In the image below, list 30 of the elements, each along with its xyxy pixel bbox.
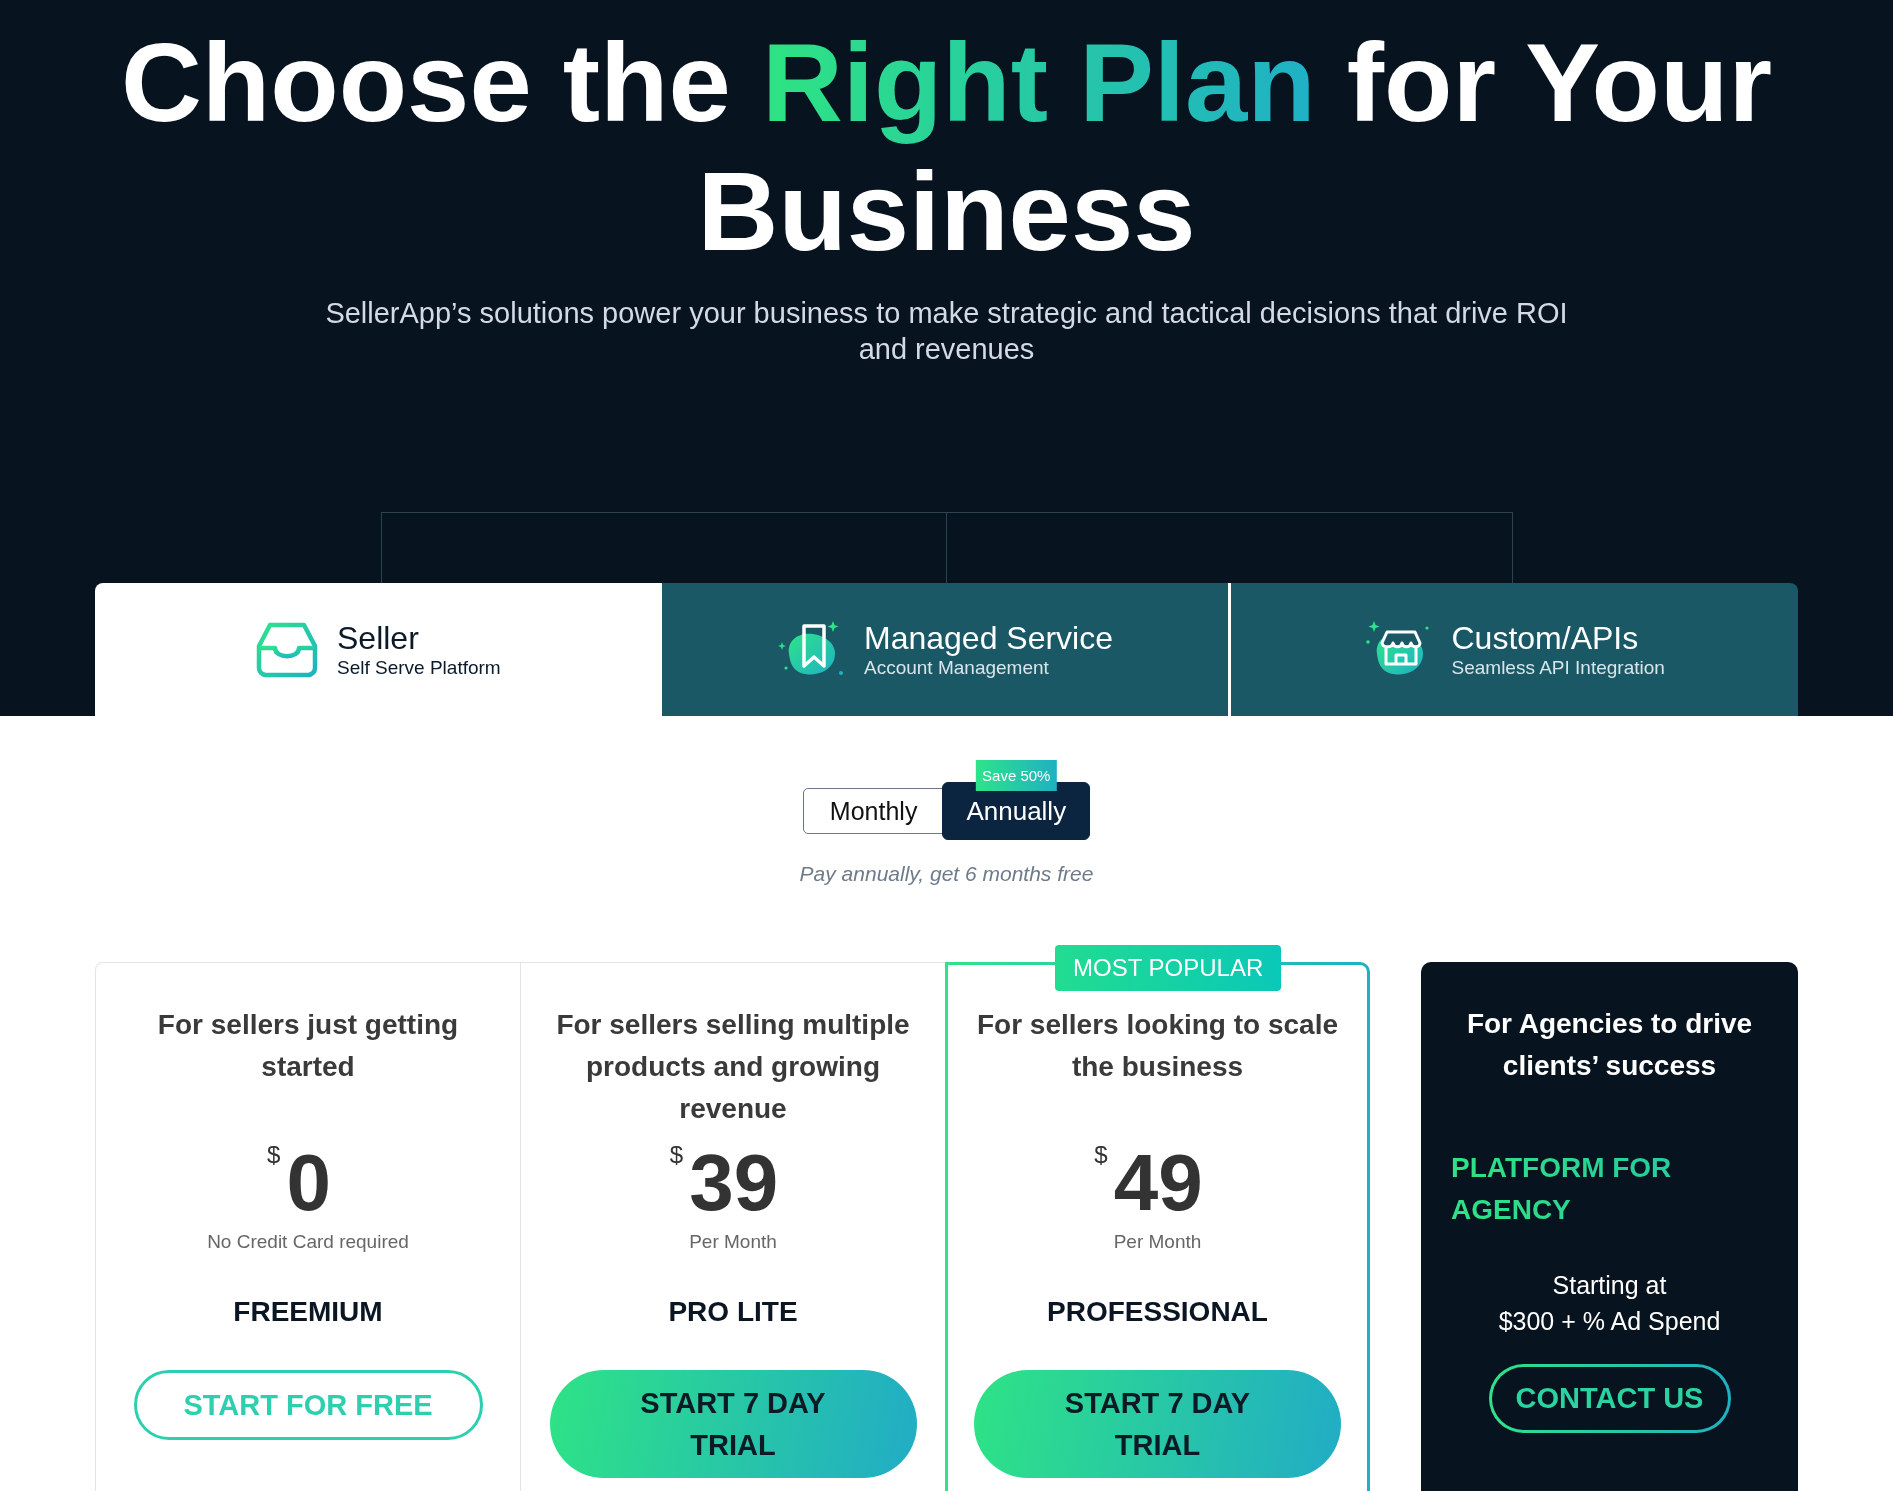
plan-price: 39 (689, 1143, 779, 1223)
plan-description: For sellers selling multiple products and growing revenue (555, 1008, 911, 1126)
product-tab[interactable]: Custom/APIs Seamless API Integration (1228, 583, 1798, 716)
discount-badge: Save 50% (976, 760, 1057, 791)
currency-symbol: $ (669, 1143, 684, 1167)
page-title: Choose the Right Plan for Your Business (120, 19, 1773, 276)
page-subtitle: SellerApp’s solutions power your business to make strategic and tactical decisions that drive ROI and revenues (324, 296, 1569, 367)
price-note: Per Month (689, 1230, 777, 1254)
currency-symbol: $ (267, 1143, 281, 1167)
price-note: Per Month (1113, 1230, 1202, 1254)
product-tab[interactable]: Seller Self Serve Platform (95, 583, 662, 716)
product-tab[interactable]: Managed Service Account Management (661, 583, 1229, 716)
tray-icon (256, 621, 318, 678)
billing-option[interactable]: Monthly (802, 788, 945, 834)
plan-price: 49 (1113, 1143, 1203, 1223)
plan-description: For sellers looking to scale the business (976, 1008, 1339, 1084)
agency-pricing: Starting at $300 + % Ad Spend (1498, 1270, 1721, 1337)
plan-name: PROFESSIONAL (1047, 1295, 1268, 1329)
plan-action-button[interactable]: START 7 DAY TRIAL (974, 1370, 1341, 1478)
plan-name: FREEMIUM (233, 1295, 383, 1329)
billing-option[interactable]: Annually (942, 782, 1091, 840)
plan-description: For sellers just getting started (156, 1008, 460, 1084)
plan-price: 0 (286, 1143, 331, 1223)
currency-symbol: $ (1094, 1143, 1108, 1167)
popular-badge: MOST POPULAR (1055, 945, 1282, 991)
price-note: No Credit Card required (207, 1230, 409, 1254)
plan-name: PRO LITE (668, 1295, 798, 1329)
plan-action-button[interactable]: START 7 DAY TRIAL (549, 1370, 917, 1478)
billing-note: Pay annually, get 6 months free (799, 861, 1094, 887)
plan-description: For Agencies to drive clients’ success (1465, 1007, 1754, 1083)
